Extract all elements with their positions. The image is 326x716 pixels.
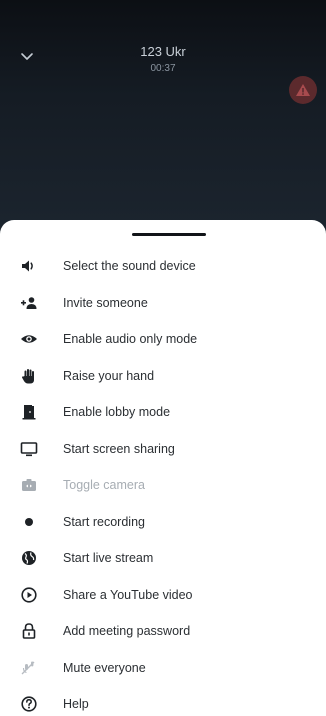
sheet-drag-handle[interactable] <box>132 233 206 236</box>
menu-item-lobby-mode[interactable]: Enable lobby mode <box>0 394 326 431</box>
menu-item-label: Enable lobby mode <box>63 405 171 420</box>
lock-icon <box>20 622 38 640</box>
warning-badge[interactable] <box>289 76 317 104</box>
overflow-menu: Select the sound device Invite someone E… <box>0 248 326 716</box>
menu-item-label: Help <box>63 697 89 712</box>
menu-item-sound-device[interactable]: Select the sound device <box>0 248 326 285</box>
overflow-menu-sheet: Select the sound device Invite someone E… <box>0 220 326 716</box>
menu-item-label: Share a YouTube video <box>63 587 193 602</box>
call-timer: 00:37 <box>150 63 176 74</box>
menu-item-label: Raise your hand <box>63 368 155 383</box>
menu-item-mute-everyone[interactable]: Mute everyone <box>0 650 326 687</box>
menu-item-label: Mute everyone <box>63 660 146 675</box>
menu-item-help[interactable]: Help <box>0 686 326 716</box>
menu-item-raise-hand[interactable]: Raise your hand <box>0 358 326 395</box>
mute-everyone-icon <box>20 659 38 677</box>
menu-item-label: Toggle camera <box>63 478 145 493</box>
call-area: 123 Ukr 00:37 <box>0 0 326 240</box>
record-icon <box>20 513 38 531</box>
menu-item-screen-sharing[interactable]: Start screen sharing <box>0 431 326 468</box>
globe-icon <box>20 549 38 567</box>
call-title: 123 Ukr <box>140 44 186 59</box>
menu-item-recording[interactable]: Start recording <box>0 504 326 541</box>
menu-item-meeting-password[interactable]: Add meeting password <box>0 613 326 650</box>
menu-item-audio-only[interactable]: Enable audio only mode <box>0 321 326 358</box>
menu-item-label: Enable audio only mode <box>63 332 198 347</box>
menu-item-live-stream[interactable]: Start live stream <box>0 540 326 577</box>
menu-item-label: Select the sound device <box>63 259 196 274</box>
menu-item-youtube[interactable]: Share a YouTube video <box>0 577 326 614</box>
screen: 123 Ukr 00:37 Select the sound device In… <box>0 0 326 716</box>
menu-item-invite[interactable]: Invite someone <box>0 285 326 322</box>
menu-item-toggle-camera: Toggle camera <box>0 467 326 504</box>
menu-item-label: Add meeting password <box>63 624 191 639</box>
help-icon <box>20 695 38 713</box>
eye-icon <box>20 330 38 348</box>
door-icon <box>20 403 38 421</box>
add-person-icon <box>20 294 38 312</box>
speaker-icon <box>20 257 38 275</box>
monitor-icon <box>20 440 38 458</box>
play-circle-icon <box>20 586 38 604</box>
menu-item-label: Start live stream <box>63 551 154 566</box>
camera-switch-icon <box>20 476 38 494</box>
menu-item-label: Start recording <box>63 514 145 529</box>
hand-icon <box>20 367 38 385</box>
call-info: 123 Ukr 00:37 <box>0 44 326 76</box>
menu-item-label: Invite someone <box>63 295 148 310</box>
menu-item-label: Start screen sharing <box>63 441 175 456</box>
warning-icon <box>296 84 310 96</box>
